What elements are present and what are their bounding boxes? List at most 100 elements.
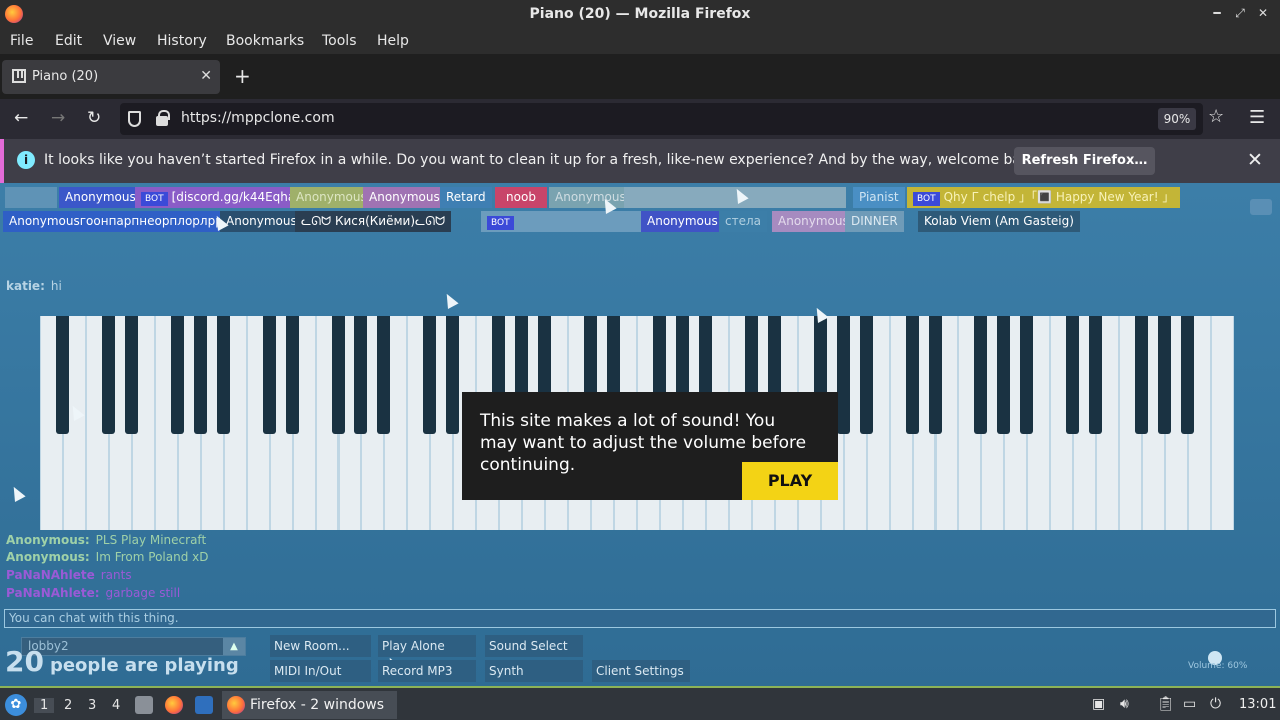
black-key[interactable]	[423, 316, 437, 434]
user-tag-self[interactable]	[5, 187, 57, 208]
black-key[interactable]	[997, 316, 1011, 434]
workspace-2[interactable]: 2	[64, 698, 72, 713]
menu-view[interactable]: View	[103, 33, 136, 49]
workspace-4[interactable]: 4	[112, 698, 120, 713]
user-tag[interactable]: DINNER	[845, 211, 904, 232]
black-key[interactable]	[170, 316, 184, 434]
tab-close-icon[interactable]: ✕	[200, 68, 212, 84]
user-tag[interactable]: стела	[719, 211, 767, 232]
black-key[interactable]	[1089, 316, 1103, 434]
user-tag-bot[interactable]: BOT Qhy Г chelp 」「🔳 Happy New Year! 」	[907, 187, 1181, 208]
black-key[interactable]	[124, 316, 138, 434]
start-menu-icon[interactable]: ✿	[5, 694, 27, 716]
notification-close-icon[interactable]: ✕	[1247, 149, 1263, 171]
black-key[interactable]	[446, 316, 460, 434]
user-tag[interactable]: Anonymous	[772, 211, 855, 232]
maximize-icon[interactable]: ⤢	[1233, 5, 1247, 21]
bookmark-star-icon[interactable]: ☆	[1208, 106, 1224, 127]
black-key[interactable]	[905, 316, 919, 434]
play-button[interactable]: PLAY	[742, 462, 838, 500]
volume-icon[interactable]: 🔊︎	[1120, 696, 1129, 712]
user-tag[interactable]: Retard	[440, 187, 492, 208]
file-manager-icon[interactable]	[135, 696, 153, 714]
black-key[interactable]	[285, 316, 299, 434]
refresh-firefox-button[interactable]: Refresh Firefox…	[1014, 147, 1155, 175]
corner-button[interactable]	[1250, 199, 1272, 215]
user-tag[interactable]: Pianist	[853, 187, 905, 208]
synth-button[interactable]: Synth	[485, 660, 583, 682]
workspace-3[interactable]: 3	[88, 698, 96, 713]
user-tag[interactable]: Anonymous	[363, 187, 446, 208]
black-key[interactable]	[193, 316, 207, 434]
black-key[interactable]	[974, 316, 988, 434]
white-key[interactable]	[1212, 316, 1233, 530]
url-bar[interactable]: https://mppclone.com 90% ☆	[120, 103, 1224, 135]
user-tag[interactable]: Kolab Viem (Am Gasteig)	[918, 211, 1080, 232]
clock: 13:01	[1239, 697, 1277, 712]
new-room-button[interactable]: New Room...	[270, 635, 371, 657]
black-key[interactable]	[859, 316, 873, 434]
firefox-launcher-icon[interactable]	[165, 696, 183, 714]
black-key[interactable]	[1158, 316, 1172, 434]
close-window-icon[interactable]: ✕	[1256, 5, 1270, 21]
black-key[interactable]	[216, 316, 230, 434]
client-settings-button[interactable]: Client Settings	[592, 660, 690, 682]
window-title: Piano (20) — Mozilla Firefox	[529, 6, 751, 22]
terminal-icon[interactable]	[195, 696, 213, 714]
black-key[interactable]	[928, 316, 942, 434]
sound-select-button[interactable]: Sound Select	[485, 635, 583, 657]
player-count-text: people are playing	[49, 655, 239, 676]
reload-icon[interactable]: ↻	[87, 108, 101, 128]
user-tag[interactable]: Anonymous	[549, 187, 632, 208]
user-tag[interactable]: Anonymous	[59, 187, 142, 208]
forward-icon[interactable]: →	[51, 108, 65, 128]
back-icon[interactable]: ←	[14, 108, 28, 128]
shield-icon[interactable]	[128, 111, 141, 127]
black-key[interactable]	[354, 316, 368, 434]
workspace-1[interactable]: 1	[34, 698, 55, 713]
lock-icon[interactable]	[156, 110, 170, 126]
menu-bookmarks[interactable]: Bookmarks	[226, 33, 304, 49]
black-key[interactable]	[331, 316, 345, 434]
display-icon[interactable]: ▭	[1183, 696, 1196, 712]
menu-help[interactable]: Help	[377, 33, 409, 49]
clipboard-icon[interactable]: 📋︎	[1157, 696, 1175, 712]
new-tab-icon[interactable]: +	[234, 64, 251, 88]
menu-edit[interactable]: Edit	[55, 33, 82, 49]
user-tag[interactable]: Anonymousгоонпарпнеорплорлрррр	[3, 211, 245, 232]
menu-tools[interactable]: Tools	[322, 33, 357, 49]
chat-input[interactable]: You can chat with this thing.	[4, 609, 1276, 628]
user-tag-bot[interactable]: BOT [discord.gg/k44Eqha]	[135, 187, 306, 208]
hamburger-menu-icon[interactable]: ☰	[1249, 107, 1265, 128]
user-tag[interactable]: Anonymous	[220, 211, 303, 232]
black-key[interactable]	[1181, 316, 1195, 434]
black-key[interactable]	[55, 316, 69, 434]
black-key[interactable]	[1020, 316, 1034, 434]
taskbar-app-firefox[interactable]: Firefox - 2 windows	[222, 691, 397, 719]
black-key[interactable]	[262, 316, 276, 434]
black-key[interactable]	[377, 316, 391, 434]
user-tag[interactable]: Anonymous	[290, 187, 373, 208]
menu-history[interactable]: History	[157, 33, 207, 49]
minimize-icon[interactable]: ━	[1210, 5, 1224, 21]
url-text[interactable]: https://mppclone.com	[181, 110, 335, 126]
notification-message: It looks like you haven’t started Firefo…	[44, 152, 1043, 168]
midi-button[interactable]: MIDI In/Out	[270, 660, 371, 682]
bot-badge: BOT	[487, 216, 514, 230]
menu-file[interactable]: File	[10, 33, 33, 49]
zoom-level[interactable]: 90%	[1158, 108, 1196, 130]
user-tag[interactable]: ᓚᘏᗢ Кися(Киёми)ᓚᘏᗢ	[295, 211, 452, 232]
player-count-number: 20	[5, 645, 44, 678]
black-key[interactable]	[836, 316, 850, 434]
tab-piano[interactable]: Piano (20) ✕	[2, 60, 220, 94]
power-icon[interactable]: ⏻	[1210, 696, 1221, 712]
play-alone-button[interactable]: Play Alone	[378, 635, 476, 657]
user-tag[interactable]: noob	[495, 187, 547, 208]
user-tag-bot[interactable]: BOT	[481, 211, 641, 232]
record-mp3-button[interactable]: Record MP3	[378, 660, 476, 682]
user-tag[interactable]: Anonymous	[641, 211, 724, 232]
black-key[interactable]	[1066, 316, 1080, 434]
black-key[interactable]	[1135, 316, 1149, 434]
black-key[interactable]	[101, 316, 115, 434]
tray-updates-icon[interactable]: ▣	[1092, 696, 1105, 712]
